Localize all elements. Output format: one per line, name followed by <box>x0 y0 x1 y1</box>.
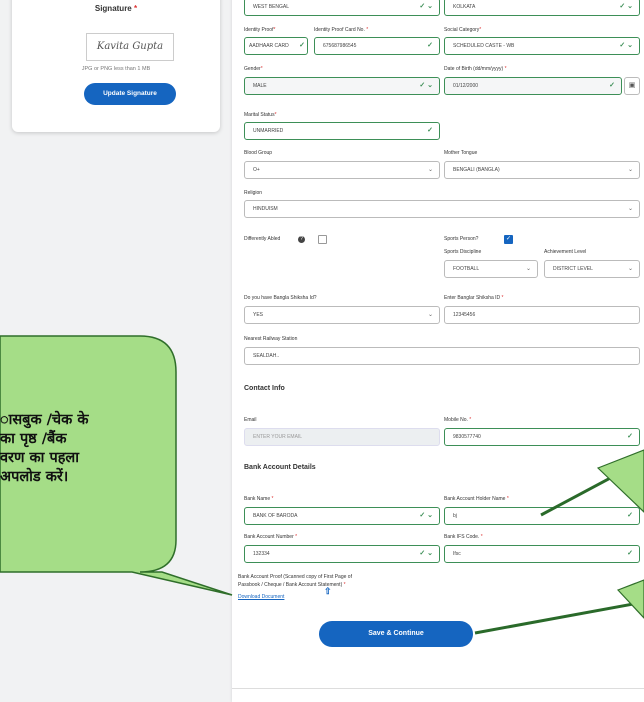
callout-line: का पृष्ठ /बैंक <box>0 431 67 447</box>
callout-line: ासबुक /चेक के <box>0 412 89 428</box>
annotation-overlay <box>0 335 644 635</box>
pointer-arrow <box>474 600 644 635</box>
callout-text: ासबुक /चेक के का पृष्ठ /बैंक वरण का पहला… <box>0 411 160 487</box>
callout-line: अपलोड करें। <box>0 469 69 485</box>
callout-bubble-right-2 <box>616 579 644 619</box>
callout-line: वरण का पहला <box>0 450 79 466</box>
